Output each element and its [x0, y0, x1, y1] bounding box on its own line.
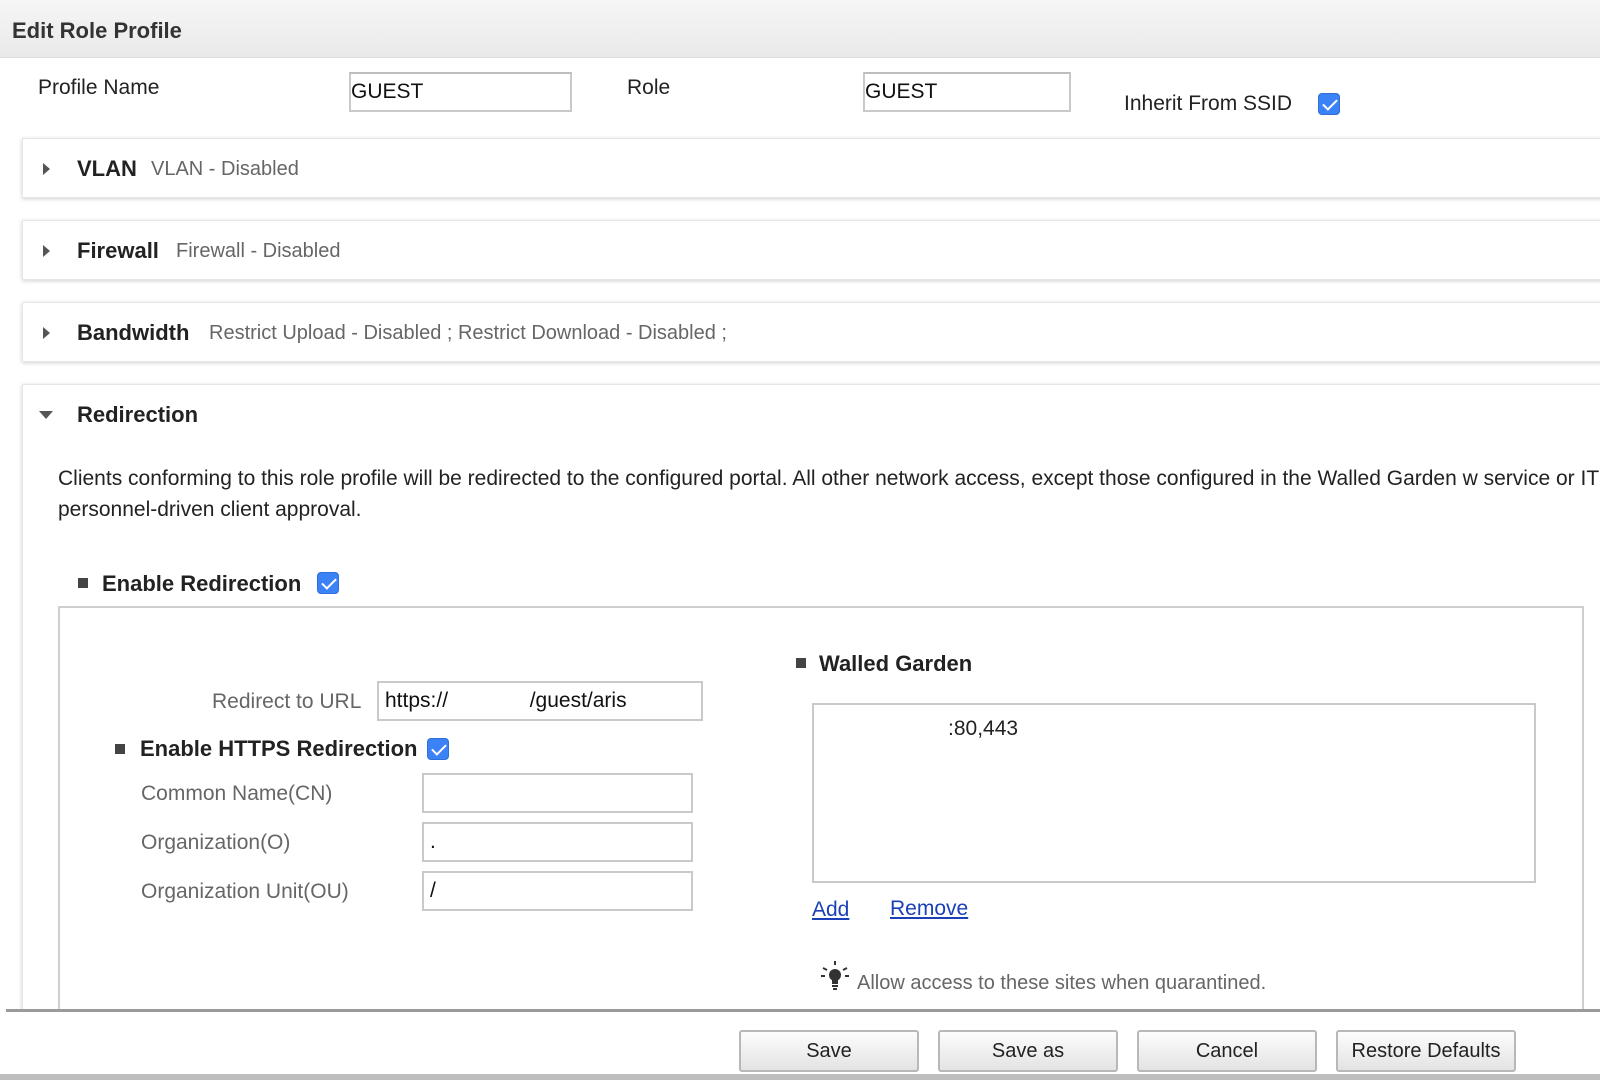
redirection-description: Clients conforming to this role profile … — [58, 467, 1599, 521]
firewall-section[interactable]: Firewall Firewall - Disabled — [22, 220, 1600, 280]
cancel-button[interactable]: Cancel — [1137, 1030, 1317, 1072]
firewall-summary: Firewall - Disabled — [176, 240, 341, 262]
vlan-summary: VLAN - Disabled — [151, 158, 299, 180]
redirection-title: Redirection — [77, 402, 199, 427]
enable-redirection-label: Enable Redirection — [102, 571, 302, 596]
save-as-button[interactable]: Save as — [938, 1030, 1118, 1072]
add-link[interactable]: Add — [812, 898, 849, 922]
organization-unit-label: Organization Unit(OU) — [141, 880, 349, 903]
inherit-from-ssid-checkbox[interactable] — [1318, 93, 1340, 115]
common-name-input[interactable] — [422, 773, 693, 813]
restore-defaults-button[interactable]: Restore Defaults — [1336, 1030, 1516, 1072]
bullet-icon — [115, 744, 125, 754]
page-header: Edit Role Profile — [0, 0, 1600, 58]
page-title: Edit Role Profile — [12, 18, 182, 43]
inherit-from-ssid-label: Inherit From SSID — [1124, 92, 1293, 115]
bandwidth-title: Bandwidth — [77, 320, 190, 345]
organization-unit-input[interactable] — [422, 871, 693, 911]
edit-role-profile-page: Edit Role Profile Profile Name Role Inhe… — [0, 0, 1600, 1080]
firewall-title: Firewall — [77, 238, 159, 263]
organization-input[interactable] — [422, 822, 693, 862]
organization-label: Organization(O) — [141, 831, 291, 854]
enable-redirection-checkbox[interactable] — [317, 572, 339, 594]
expand-arrow-icon[interactable] — [43, 163, 50, 175]
profile-name-label: Profile Name — [38, 76, 160, 99]
remove-link[interactable]: Remove — [890, 897, 968, 921]
role-label: Role — [627, 76, 671, 99]
vlan-section[interactable]: VLAN VLAN - Disabled — [22, 138, 1600, 198]
walled-garden-list[interactable]: :80,443 — [812, 703, 1536, 883]
role-input[interactable] — [863, 72, 1071, 112]
expand-arrow-icon[interactable] — [43, 245, 50, 257]
redirect-url-label: Redirect to URL — [212, 690, 362, 713]
profile-name-input[interactable] — [349, 72, 572, 112]
save-button[interactable]: Save — [739, 1030, 919, 1072]
bandwidth-summary: Restrict Upload - Disabled ; Restrict Do… — [209, 322, 727, 344]
redirect-url-input[interactable] — [377, 681, 703, 721]
walled-garden-tip: Allow access to these sites when quarant… — [857, 972, 1267, 994]
action-footer: Save Save as Cancel Restore Defaults — [6, 1009, 1600, 1080]
lightbulb-icon — [821, 961, 849, 990]
collapse-arrow-icon[interactable] — [39, 411, 53, 419]
bandwidth-section[interactable]: Bandwidth Restrict Upload - Disabled ; R… — [22, 302, 1600, 362]
enable-https-redirection-checkbox[interactable] — [427, 738, 449, 760]
bullet-icon — [796, 658, 806, 668]
list-item[interactable]: :80,443 — [948, 717, 1018, 741]
vlan-title: VLAN — [77, 156, 137, 181]
expand-arrow-icon[interactable] — [43, 327, 50, 339]
walled-garden-label: Walled Garden — [819, 651, 973, 676]
bullet-icon — [78, 578, 88, 588]
common-name-label: Common Name(CN) — [141, 782, 333, 805]
enable-https-redirection-label: Enable HTTPS Redirection — [140, 736, 418, 761]
horizontal-scrollbar[interactable] — [0, 1074, 1600, 1080]
